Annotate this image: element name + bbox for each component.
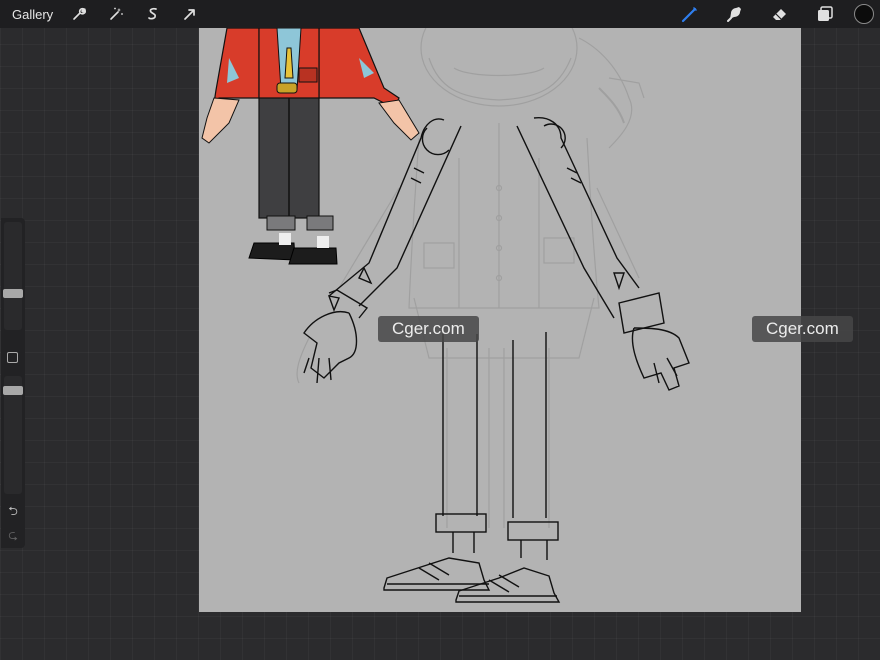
rough-sketch-layer [296, 28, 645, 528]
reference-character [201, 28, 420, 265]
top-toolbar: Gallery [0, 0, 880, 28]
artwork [201, 28, 690, 603]
lineart-layer [303, 117, 690, 603]
magic-wand-icon[interactable] [104, 2, 128, 26]
eraser-icon[interactable] [767, 1, 793, 27]
watermark-right: Cger.com [752, 316, 853, 342]
color-picker-swatch[interactable] [854, 4, 874, 24]
drawing-canvas[interactable] [199, 28, 801, 612]
modify-button[interactable] [7, 352, 18, 363]
gallery-button[interactable]: Gallery [12, 7, 53, 22]
brush-size-slider-handle[interactable] [3, 289, 23, 298]
right-tool-group [658, 0, 880, 28]
brush-size-track[interactable] [4, 222, 22, 330]
layers-icon[interactable] [812, 1, 838, 27]
left-sidebar: ⮌ ⮎ [1, 218, 25, 548]
smudge-icon[interactable] [722, 1, 748, 27]
watermark-center: Cger.com [378, 316, 479, 342]
transform-arrow-icon[interactable] [178, 2, 202, 26]
brush-icon[interactable] [677, 1, 703, 27]
redo-icon[interactable]: ⮎ [5, 528, 21, 542]
selection-icon[interactable] [141, 2, 165, 26]
opacity-slider-handle[interactable] [3, 386, 23, 395]
wrench-icon[interactable] [67, 2, 91, 26]
undo-icon[interactable]: ⮌ [5, 504, 21, 518]
